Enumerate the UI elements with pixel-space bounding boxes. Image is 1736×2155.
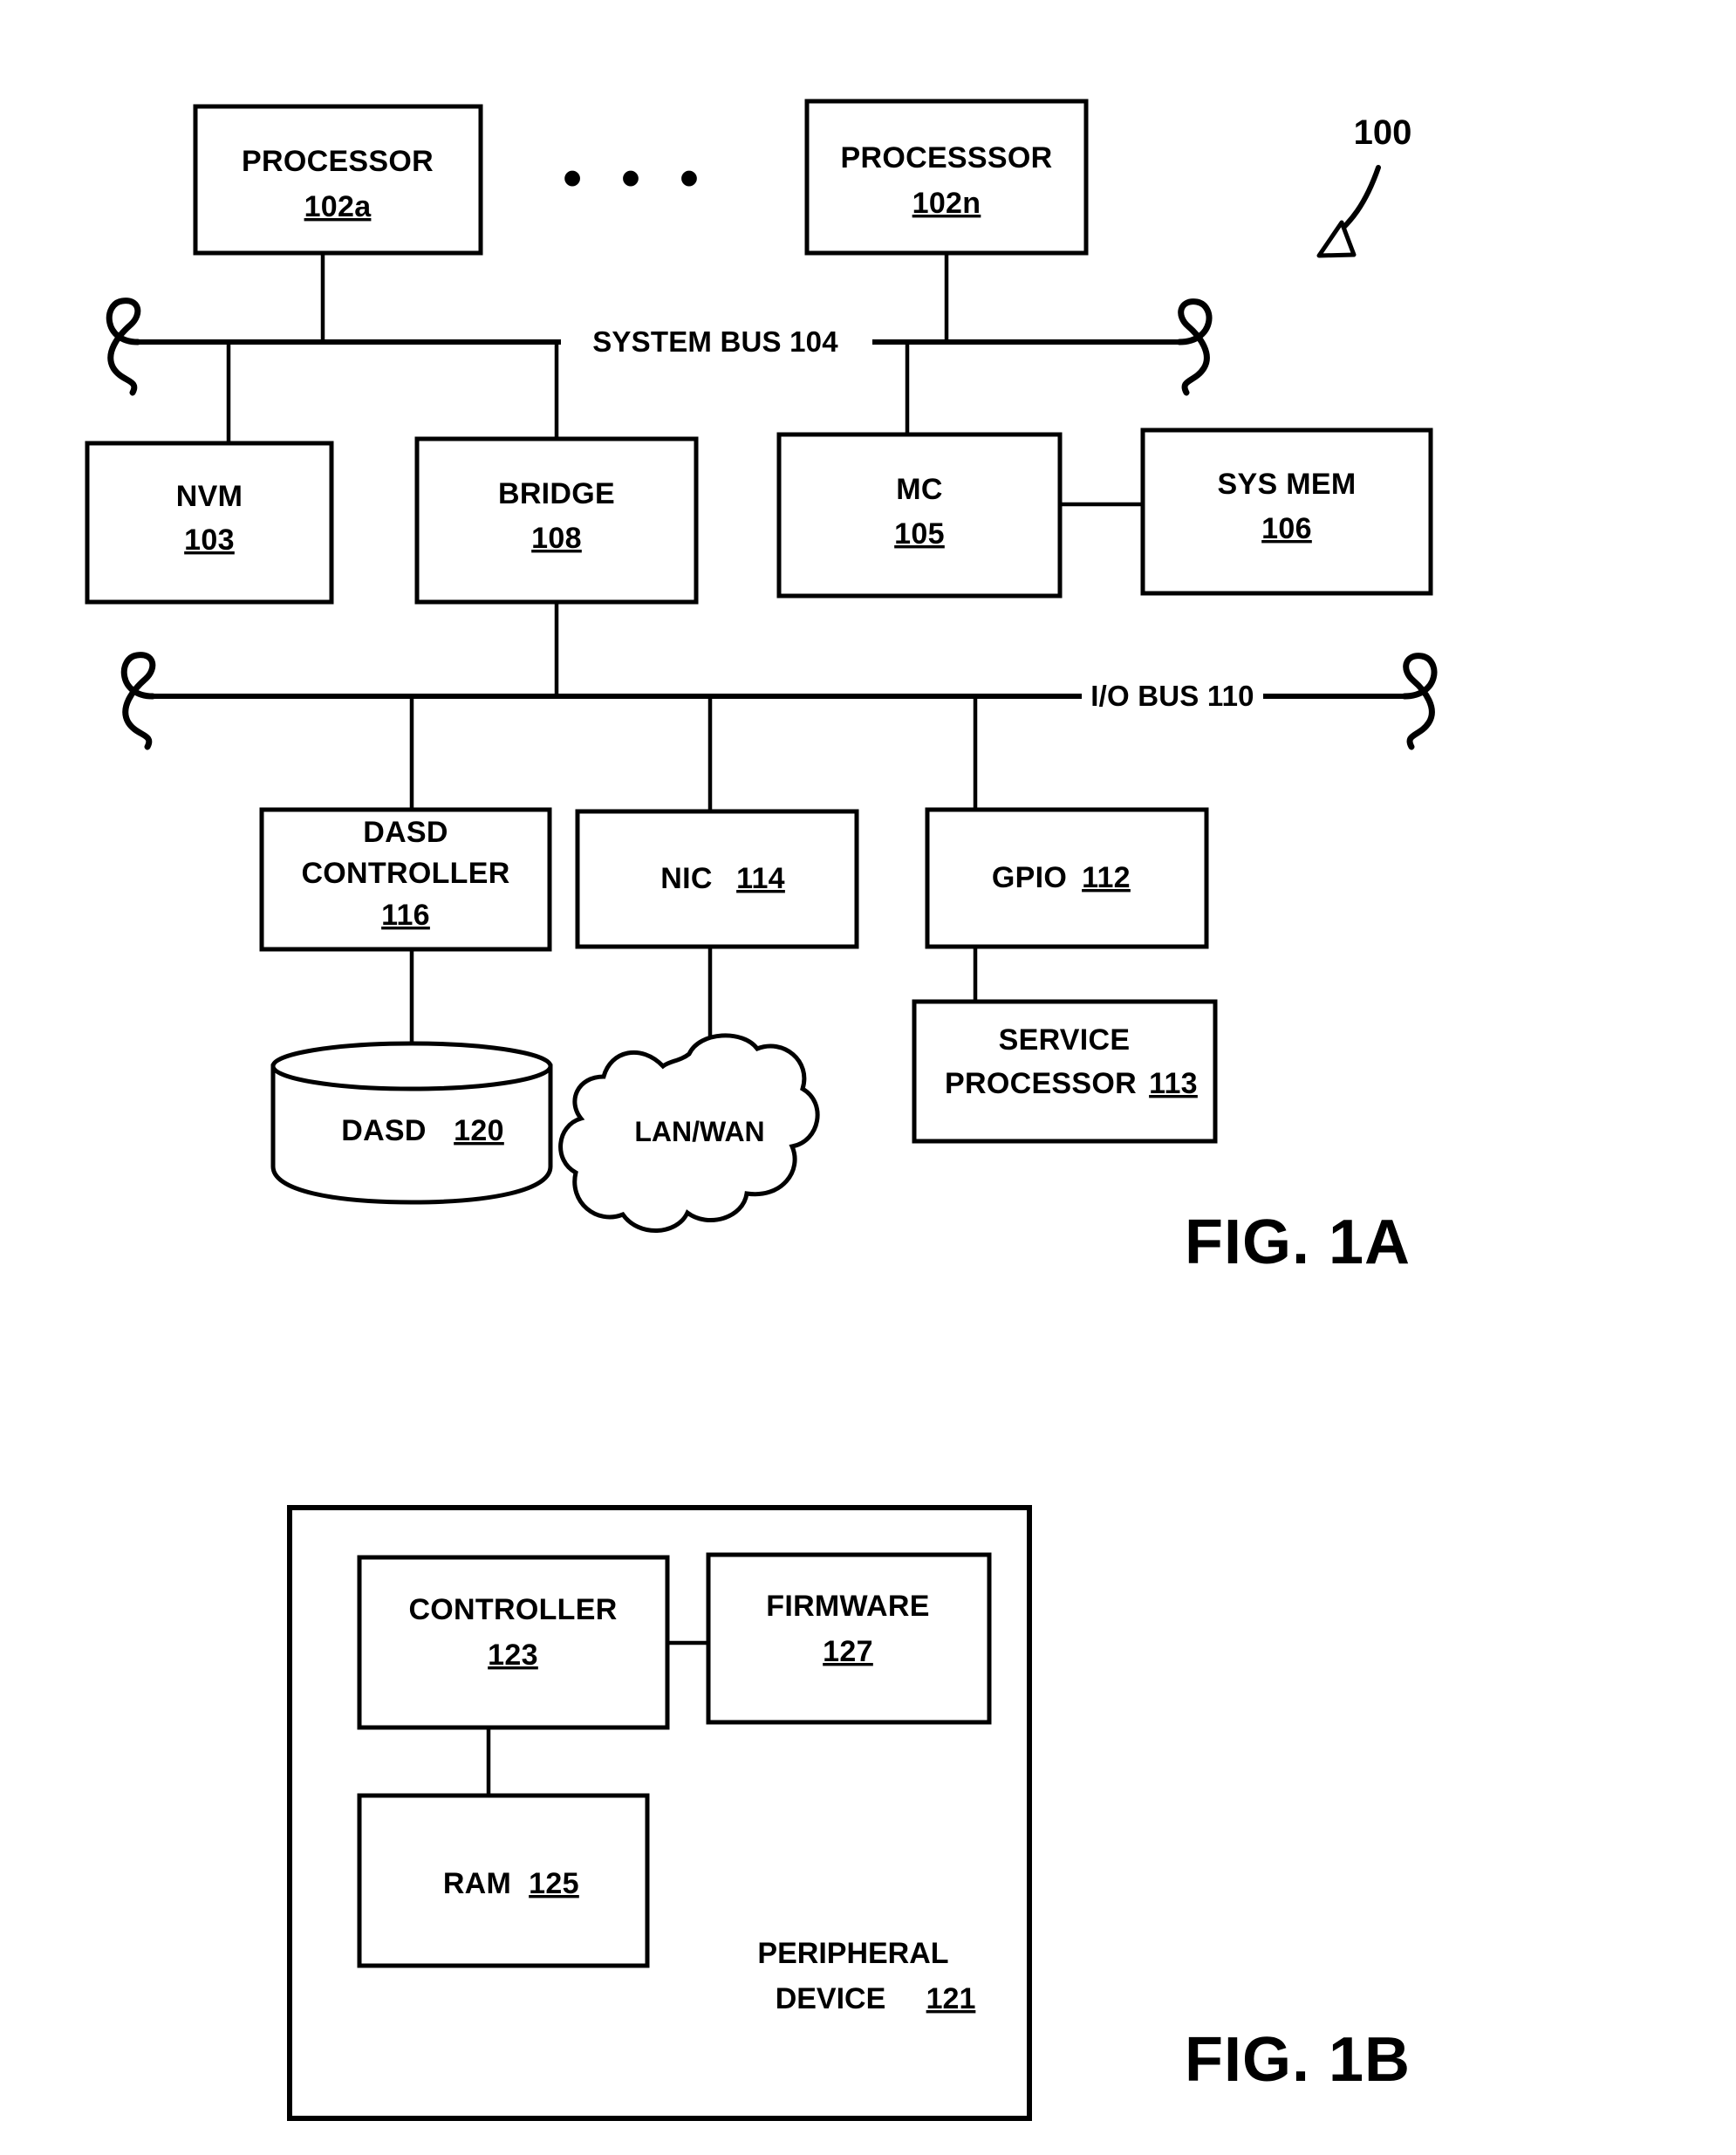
box-nic: NIC 114 bbox=[575, 809, 859, 949]
io-bus-label: I/O BUS 110 bbox=[1090, 680, 1254, 712]
reference-100-callout: 100 bbox=[1316, 113, 1412, 258]
io-bus: I/O BUS 110 bbox=[120, 652, 1438, 750]
dasd-cylinder-top-ellipse bbox=[270, 1041, 553, 1091]
box-sys-mem: SYS MEM 106 bbox=[1140, 428, 1433, 596]
box-nvm-ref: 103 bbox=[184, 523, 235, 557]
box-service-processor-title-line1: SERVICE bbox=[999, 1023, 1131, 1057]
box-service-processor-ref: 113 bbox=[1149, 1067, 1198, 1100]
box-bridge-ref: 108 bbox=[531, 522, 582, 555]
box-firmware: FIRMWARE 127 bbox=[706, 1552, 992, 1725]
system-bus: SYSTEM BUS 104 bbox=[106, 298, 1213, 396]
shape-lan-wan-cloud: LAN/WAN bbox=[558, 1033, 820, 1233]
figure-canvas: SYSTEM BUS 104 I/O BUS 110 PROCESSOR 102… bbox=[85, 99, 1438, 2121]
io-bus-left-break-icon bbox=[120, 652, 156, 750]
box-nvm-rect bbox=[85, 441, 334, 605]
box-gpio-title: GPIO bbox=[992, 861, 1067, 894]
box-sys-mem-ref: 106 bbox=[1261, 512, 1312, 545]
box-controller-ref: 123 bbox=[488, 1638, 538, 1672]
box-gpio: GPIO 112 bbox=[925, 807, 1209, 949]
box-processor-102a-rect bbox=[193, 104, 483, 256]
figure-1a-group: SYSTEM BUS 104 I/O BUS 110 PROCESSOR 102… bbox=[85, 99, 1438, 1277]
box-ram: RAM 125 bbox=[357, 1793, 650, 1968]
box-processor-102a-ref: 102a bbox=[304, 190, 372, 223]
box-service-processor-title-line2: PROCESSOR bbox=[945, 1067, 1137, 1100]
box-nic-ref: 114 bbox=[736, 862, 785, 895]
box-dasd-controller-title-line2: CONTROLLER bbox=[301, 857, 509, 890]
box-firmware-title: FIRMWARE bbox=[766, 1590, 930, 1623]
box-bridge-title: BRIDGE bbox=[498, 477, 615, 510]
box-processor-102n: PROCESSSOR 102n bbox=[804, 99, 1089, 256]
box-gpio-ref: 112 bbox=[1082, 861, 1131, 894]
box-mc-ref: 105 bbox=[894, 517, 945, 551]
box-processor-102n-rect bbox=[804, 99, 1089, 256]
box-dasd-controller-ref: 116 bbox=[381, 899, 430, 932]
figure-1a-caption: FIG. 1A bbox=[1185, 1207, 1411, 1277]
shape-dasd-cylinder: DASD 120 bbox=[270, 1041, 553, 1205]
box-bridge: BRIDGE 108 bbox=[414, 436, 699, 605]
box-mc-title: MC bbox=[896, 473, 942, 506]
processor-ellipsis: • • • bbox=[563, 148, 711, 209]
peripheral-device-label-line1: PERIPHERAL bbox=[757, 1937, 948, 1970]
box-ram-title: RAM bbox=[443, 1867, 511, 1900]
box-dasd-controller: DASD CONTROLLER 116 bbox=[259, 807, 552, 952]
box-processor-102a: PROCESSOR 102a bbox=[193, 104, 483, 256]
reference-100-label: 100 bbox=[1354, 113, 1412, 152]
box-processor-102n-title: PROCESSSOR bbox=[841, 141, 1053, 174]
box-processor-102n-ref: 102n bbox=[912, 187, 981, 220]
reference-100-arrowhead-icon bbox=[1316, 220, 1357, 258]
peripheral-device-ref: 121 bbox=[926, 1982, 976, 2015]
system-bus-label: SYSTEM BUS 104 bbox=[592, 325, 838, 358]
box-mc-rect bbox=[776, 432, 1063, 599]
system-bus-right-break-icon bbox=[1176, 298, 1213, 396]
box-dasd-controller-title-line1: DASD bbox=[363, 816, 448, 849]
figure-1b-caption: FIG. 1B bbox=[1185, 2025, 1411, 2095]
dasd-label: DASD bbox=[341, 1114, 427, 1147]
box-controller: CONTROLLER 123 bbox=[357, 1555, 670, 1730]
box-nic-title: NIC bbox=[660, 862, 712, 895]
box-service-processor: SERVICE PROCESSOR 113 bbox=[912, 999, 1218, 1144]
box-nvm: NVM 103 bbox=[85, 441, 334, 605]
patent-figure-sheet: SYSTEM BUS 104 I/O BUS 110 PROCESSOR 102… bbox=[0, 0, 1736, 2155]
figure-1b-group: CONTROLLER 123 FIRMWARE 127 RAM 125 PERI… bbox=[287, 1505, 1411, 2121]
system-bus-left-break-icon bbox=[106, 298, 141, 396]
box-mc: MC 105 bbox=[776, 432, 1063, 599]
peripheral-device-label-line2: DEVICE bbox=[776, 1982, 886, 2015]
box-firmware-ref: 127 bbox=[823, 1635, 873, 1668]
box-processor-102a-title: PROCESSOR bbox=[242, 145, 434, 178]
box-ram-ref: 125 bbox=[529, 1867, 579, 1900]
dasd-ref: 120 bbox=[454, 1114, 504, 1147]
box-sys-mem-title: SYS MEM bbox=[1218, 468, 1357, 501]
box-nvm-title: NVM bbox=[176, 480, 243, 513]
box-nic-rect bbox=[575, 809, 859, 949]
io-bus-right-break-icon bbox=[1401, 653, 1438, 750]
box-bridge-rect bbox=[414, 436, 699, 605]
box-controller-title: CONTROLLER bbox=[408, 1593, 617, 1626]
lan-wan-label: LAN/WAN bbox=[634, 1116, 764, 1147]
